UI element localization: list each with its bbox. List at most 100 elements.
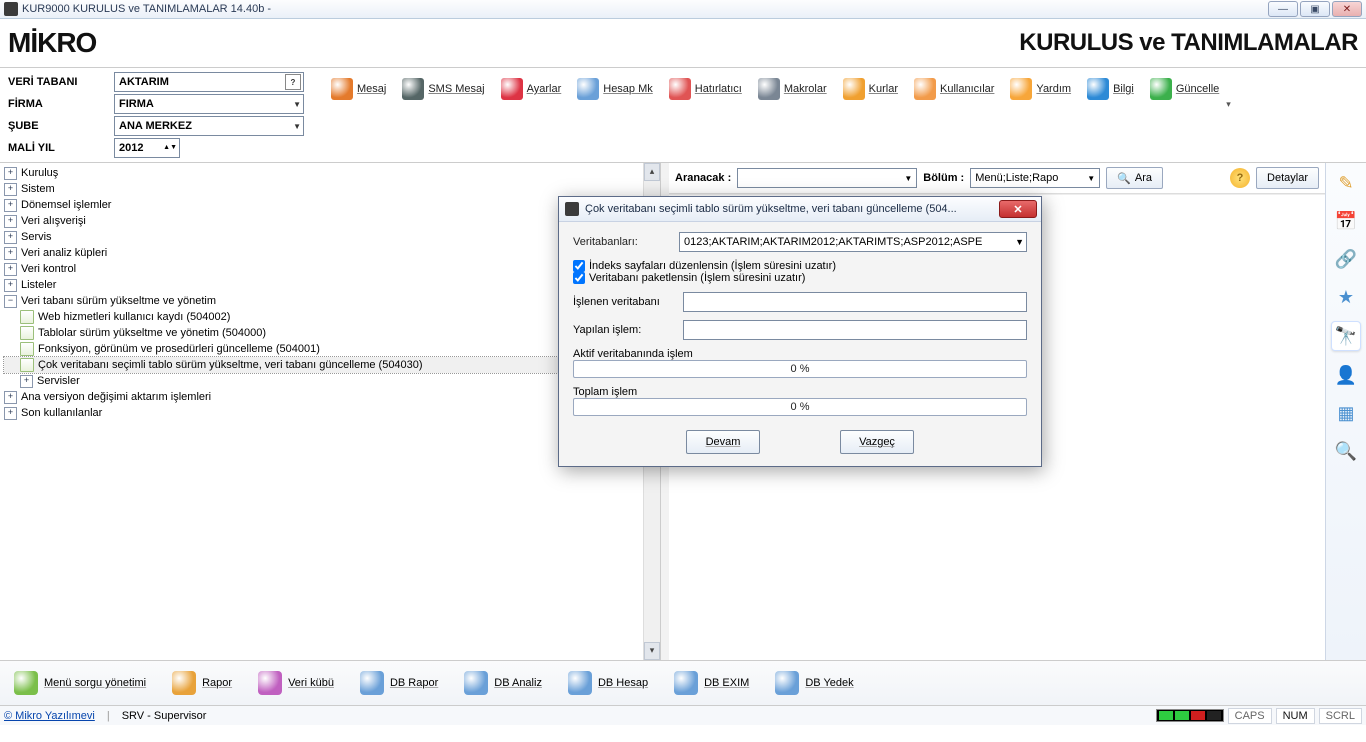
tree-expander-icon[interactable]: +	[20, 375, 33, 388]
toolbar-label: Kurlar	[869, 83, 898, 95]
bottom-label: Menü sorgu yönetimi	[44, 677, 146, 689]
scroll-down-icon[interactable]: ▾	[644, 642, 660, 660]
toolbar-icon	[843, 78, 865, 100]
firma-value: FIRMA	[119, 98, 154, 110]
vazgec-button[interactable]: Vazgeç	[840, 430, 914, 454]
toolbar-label: Güncelle	[1176, 83, 1219, 95]
maximize-button[interactable]: ▣	[1300, 1, 1330, 17]
veritabanlari-value: 0123;AKTARIM;AKTARIM2012;AKTARIMTS;ASP20…	[684, 236, 982, 248]
grid-icon[interactable]: ▦	[1332, 399, 1360, 427]
close-button[interactable]: ✕	[1332, 1, 1362, 17]
toplam-label: Toplam işlem	[573, 386, 637, 398]
help-icon[interactable]: ?	[1230, 168, 1250, 188]
tree-label: Veri analiz küpleri	[21, 247, 107, 259]
dialog-titlebar[interactable]: Çok veritabanı seçimli tablo sürüm yükse…	[559, 197, 1041, 222]
binoculars-icon[interactable]: 🔭	[1331, 321, 1361, 351]
veritabani-select[interactable]: AKTARIM?	[114, 72, 304, 92]
veritabani-label: VERİ TABANI	[8, 76, 108, 88]
bottom-db-exim[interactable]: DB EXIM	[668, 669, 755, 697]
num-indicator: NUM	[1276, 708, 1315, 724]
search-icon: 🔍	[1117, 172, 1131, 185]
toolbar-label: Mesaj	[357, 83, 386, 95]
detaylar-button[interactable]: Detaylar	[1256, 167, 1319, 189]
toolbar-yardım[interactable]: Yardım	[1003, 75, 1078, 103]
toolbar-bilgi[interactable]: Bilgi	[1080, 75, 1141, 103]
right-toolbar: ✎ 📅 🔗 ★ 🔭 👤 ▦ 🔍	[1325, 163, 1366, 660]
bottom-rapor[interactable]: Rapor	[166, 669, 238, 697]
sube-label: ŞUBE	[8, 120, 108, 132]
toolbar-icon	[758, 78, 780, 100]
network-icon[interactable]: 🔗	[1332, 245, 1360, 273]
bottom-veri-kübü[interactable]: Veri kübü	[252, 669, 340, 697]
tree-expander-icon[interactable]: −	[4, 295, 17, 308]
led-indicator	[1159, 711, 1173, 720]
bottom-db-hesap[interactable]: DB Hesap	[562, 669, 654, 697]
tree-expander-icon[interactable]: +	[4, 407, 17, 420]
tree-label: Servis	[21, 231, 52, 243]
toolbar-makrolar[interactable]: Makrolar	[751, 75, 834, 103]
bottom-db-yedek[interactable]: DB Yedek	[769, 669, 859, 697]
tree-expander-icon[interactable]: +	[4, 279, 17, 292]
params-panel: VERİ TABANI AKTARIM? FİRMA FIRMA▼ ŞUBE A…	[0, 68, 308, 162]
dialog-title: Çok veritabanı seçimli tablo sürüm yükse…	[585, 203, 957, 215]
toplam-progress: 0 %	[573, 398, 1027, 416]
search-icon[interactable]: 🔍	[1332, 437, 1360, 465]
toolbar-label: Bilgi	[1113, 83, 1134, 95]
islenen-label: İşlenen veritabanı	[573, 296, 673, 308]
tree-node[interactable]: +Sistem	[4, 181, 656, 197]
toolbar-sms-mesaj[interactable]: SMS Mesaj	[395, 75, 491, 103]
tree-expander-icon[interactable]: +	[4, 215, 17, 228]
toolbar-mesaj[interactable]: Mesaj	[324, 75, 393, 103]
toolbar-icon	[577, 78, 599, 100]
person-icon[interactable]: 👤	[1332, 361, 1360, 389]
scroll-up-icon[interactable]: ▴	[644, 163, 660, 181]
paket-checkbox[interactable]: Veritabanı paketlensin (İşlem süresini u…	[573, 272, 1027, 284]
tree-expander-icon[interactable]: +	[4, 263, 17, 276]
aktif-label: Aktif veritabanında işlem	[573, 348, 693, 360]
veritabani-value: AKTARIM	[119, 76, 169, 88]
bottom-icon	[14, 671, 38, 695]
veritabanlari-select[interactable]: 0123;AKTARIM;AKTARIM2012;AKTARIMTS;ASP20…	[679, 232, 1027, 252]
toolbar-kullanıcılar[interactable]: Kullanıcılar	[907, 75, 1001, 103]
toolbar-hatırlatıcı[interactable]: Hatırlatıcı	[662, 75, 749, 103]
ara-button[interactable]: 🔍Ara	[1106, 167, 1163, 189]
minimize-button[interactable]: —	[1268, 1, 1298, 17]
calendar-icon[interactable]: 📅	[1332, 207, 1360, 235]
bottom-icon	[172, 671, 196, 695]
devam-button[interactable]: Devam	[686, 430, 760, 454]
sube-select[interactable]: ANA MERKEZ▼	[114, 116, 304, 136]
brand-row: MİKRO KURULUS ve TANIMLAMALAR	[0, 19, 1366, 67]
bottom-menü-sorgu-yönetimi[interactable]: Menü sorgu yönetimi	[8, 669, 152, 697]
toolbar-label: Ayarlar	[527, 83, 562, 95]
tree-expander-icon[interactable]: +	[4, 231, 17, 244]
dialog-close-button[interactable]: ✕	[999, 200, 1037, 218]
toolbar-overflow-icon[interactable]: ▾	[1226, 99, 1231, 110]
toolbar-ayarlar[interactable]: Ayarlar	[494, 75, 569, 103]
toolbar-icon	[501, 78, 523, 100]
pencil-icon[interactable]: ✎	[1332, 169, 1360, 197]
tree-label: Kuruluş	[21, 167, 58, 179]
bottom-db-rapor[interactable]: DB Rapor	[354, 669, 444, 697]
tree-expander-icon[interactable]: +	[4, 183, 17, 196]
bolum-select[interactable]: Menü;Liste;Rapo▼	[970, 168, 1100, 188]
firma-select[interactable]: FIRMA▼	[114, 94, 304, 114]
maliyil-label: MALİ YIL	[8, 142, 108, 154]
star-icon[interactable]: ★	[1332, 283, 1360, 311]
toolbar-icon	[669, 78, 691, 100]
toolbar-kurlar[interactable]: Kurlar	[836, 75, 905, 103]
toolbar-güncelle[interactable]: Güncelle	[1143, 75, 1226, 103]
tree-expander-icon[interactable]: +	[4, 167, 17, 180]
tree-label: Dönemsel işlemler	[21, 199, 111, 211]
tree-expander-icon[interactable]: +	[4, 199, 17, 212]
tree-node[interactable]: + Kuruluş	[4, 165, 656, 181]
tree-expander-icon[interactable]: +	[4, 247, 17, 260]
search-input[interactable]: ▼	[737, 168, 917, 188]
mali-yil-select[interactable]: 2012▲▼	[114, 138, 180, 158]
dialog-icon	[565, 202, 579, 216]
bottom-db-analiz[interactable]: DB Analiz	[458, 669, 548, 697]
tree-expander-icon[interactable]: +	[4, 391, 17, 404]
app-icon	[4, 2, 18, 16]
indeks-checkbox[interactable]: İndeks sayfaları düzenlensin (İşlem süre…	[573, 260, 1027, 272]
copyright-link[interactable]: © Mikro Yazılımevi	[4, 710, 95, 722]
toolbar-hesap-mk[interactable]: Hesap Mk	[570, 75, 660, 103]
